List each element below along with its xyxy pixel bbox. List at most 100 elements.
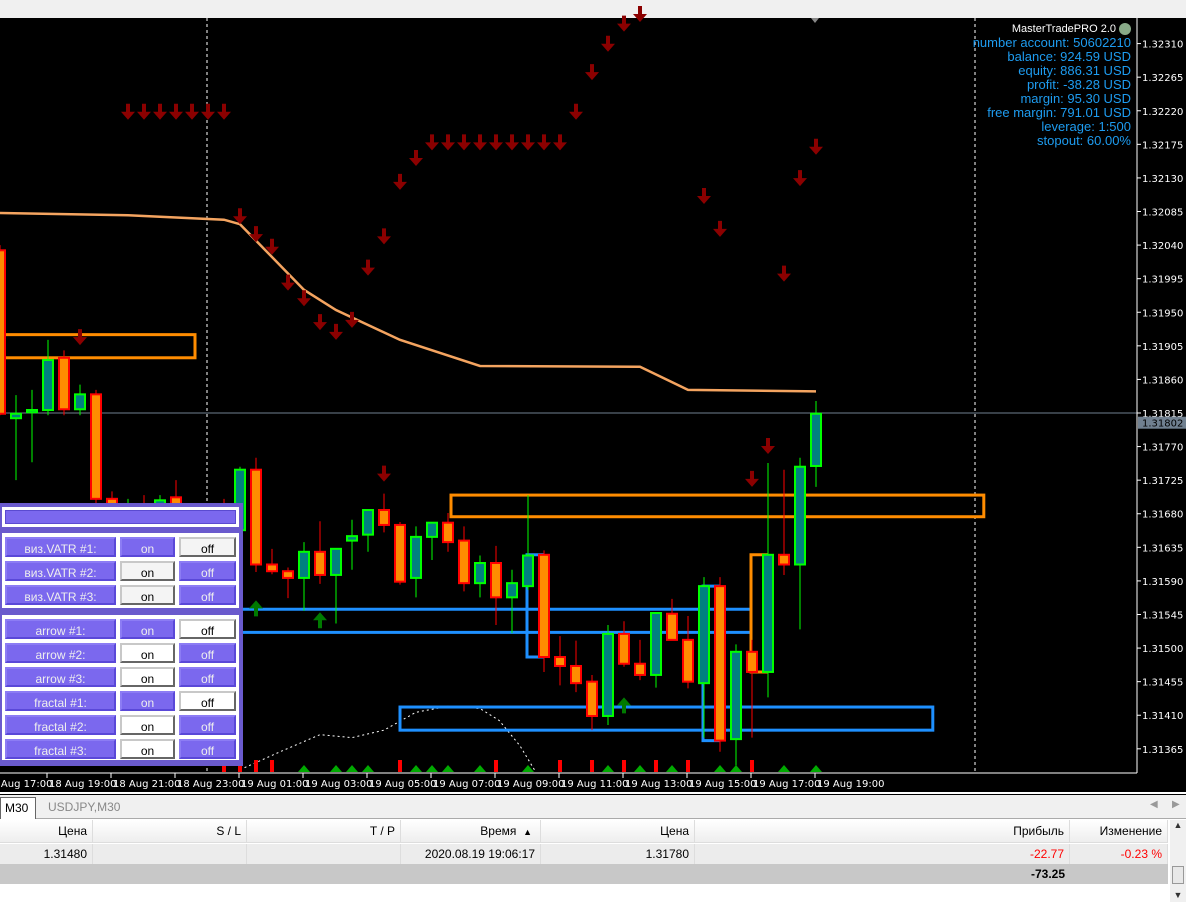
fractal-3-row: fractal #3: on off — [5, 739, 236, 759]
trade-terminal: M30 USDJPY,M30 ◀ ▶ Цена S / L T / P Врем… — [0, 795, 1186, 902]
time-tick-label: 19 Aug 07:00 — [433, 779, 500, 790]
vatr-2-off-button[interactable]: off — [179, 561, 236, 581]
vertical-scrollbar[interactable]: ▲ ▼ — [1170, 820, 1186, 902]
col-change[interactable]: Изменение — [1070, 820, 1168, 842]
arrow-1-on-button[interactable]: on — [120, 619, 175, 639]
fractal-2-row: fractal #2: on off — [5, 715, 236, 735]
candle-body — [762, 553, 774, 673]
candle-body — [810, 412, 822, 467]
sell-marker-icon — [622, 760, 626, 772]
indicator-title: MasterTradePRO 2.0 — [973, 22, 1131, 36]
candle-body — [794, 465, 806, 566]
vatr-3-off-button[interactable]: off — [179, 585, 236, 605]
table-row[interactable]: 1.31480 2020.08.19 19:06:17 1.31780 -22.… — [0, 844, 1168, 864]
indicator-control-panel: виз.VATR #1: on off виз.VATR #2: on off виз.… — [0, 503, 243, 766]
vatr-group: виз.VATR #1: on off виз.VATR #2: on off виз.… — [2, 533, 239, 608]
candle-body — [250, 468, 262, 566]
arrow-1-label[interactable]: arrow #1: — [5, 619, 116, 639]
sell-marker-icon — [398, 760, 402, 772]
tab-scroll-left-icon[interactable]: ◀ — [1150, 799, 1158, 810]
time-tick-label: 19 Aug 15:00 — [689, 779, 756, 790]
candle-body — [410, 535, 422, 579]
vatr-3-label[interactable]: виз.VATR #3: — [5, 585, 116, 605]
candle-body — [314, 550, 326, 576]
row-time: 2020.08.19 19:06:17 — [401, 844, 541, 864]
price-tick-label: 1.31635 — [1142, 543, 1183, 554]
arrow-3-off-button[interactable]: off — [179, 667, 236, 687]
candle-body — [298, 550, 310, 579]
candle — [602, 624, 614, 725]
vatr-1-label[interactable]: виз.VATR #1: — [5, 537, 116, 557]
scroll-up-icon[interactable]: ▲ — [1170, 820, 1186, 830]
fractal-3-off-button[interactable]: off — [179, 739, 236, 759]
time-tick-label: 19 Aug 19:00 — [817, 779, 884, 790]
arrow-3-label[interactable]: arrow #3: — [5, 667, 116, 687]
tab-m30[interactable]: M30 — [0, 797, 36, 819]
candle-body — [490, 562, 502, 599]
col-sl[interactable]: S / L — [93, 820, 247, 842]
candle-body — [42, 359, 54, 412]
col-price-current[interactable]: Цена — [541, 820, 695, 842]
col-time[interactable]: Время ▲ — [401, 820, 541, 842]
vatr-2-label[interactable]: виз.VATR #2: — [5, 561, 116, 581]
arrow-2-label[interactable]: arrow #2: — [5, 643, 116, 663]
vatr-1-off-button[interactable]: off — [179, 537, 236, 557]
time-tick-label: 19 Aug 13:00 — [625, 779, 692, 790]
total-profit: -73.25 — [1030, 867, 1065, 881]
arrow-2-on-button[interactable]: on — [120, 643, 175, 663]
candle-body — [378, 509, 390, 526]
arrow-2-off-button[interactable]: off — [179, 643, 236, 663]
sell-marker-icon — [686, 760, 690, 772]
candle-body — [538, 553, 550, 659]
fractal-3-on-button[interactable]: on — [120, 739, 175, 759]
arrow-3-on-button[interactable]: on — [120, 667, 175, 687]
fractal-2-off-button[interactable]: off — [179, 715, 236, 735]
time-tick-label: 19 Aug 17:00 — [753, 779, 820, 790]
candle-body — [330, 547, 342, 576]
vatr-2-on-button[interactable]: on — [120, 561, 175, 581]
candle-body — [602, 632, 614, 717]
price-tick-label: 1.31905 — [1142, 342, 1183, 353]
arrow-1-row: arrow #1: on off — [5, 619, 236, 639]
fractal-2-label[interactable]: fractal #2: — [5, 715, 116, 735]
candle-body — [442, 521, 454, 544]
candle-body — [0, 249, 6, 415]
candle — [538, 550, 550, 672]
arrow-3-row: arrow #3: on off — [5, 667, 236, 687]
info-account: number account: 50602210 — [972, 35, 1131, 50]
price-tick-label: 1.32085 — [1142, 208, 1183, 219]
fractal-3-label[interactable]: fractal #3: — [5, 739, 116, 759]
col-tp[interactable]: T / P — [247, 820, 401, 842]
arrow-1-off-button[interactable]: off — [179, 619, 236, 639]
time-tick-label: 18 Aug 23:00 — [177, 779, 244, 790]
sell-marker-icon — [654, 760, 658, 772]
candle-body — [362, 509, 374, 536]
scroll-down-icon[interactable]: ▼ — [1170, 890, 1186, 900]
candle-body — [650, 612, 662, 676]
scroll-thumb[interactable] — [1172, 866, 1184, 884]
panel-header-bar[interactable] — [2, 507, 239, 527]
vatr-3-on-button[interactable]: on — [120, 585, 175, 605]
chart-tabs: M30 USDJPY,M30 ◀ ▶ — [0, 795, 1186, 819]
price-tick-label: 1.31500 — [1142, 644, 1183, 655]
col-price-open[interactable]: Цена — [0, 820, 93, 842]
price-tick-label: 1.32220 — [1142, 107, 1183, 118]
col-profit[interactable]: Прибыль — [695, 820, 1070, 842]
arrow-2-row: arrow #2: on off — [5, 643, 236, 663]
vatr-1-row: виз.VATR #1: on off — [5, 537, 236, 557]
current-price-label: 1.31802 — [1142, 419, 1183, 430]
candle-body — [778, 553, 790, 566]
fractal-2-on-button[interactable]: on — [120, 715, 175, 735]
fractal-1-off-button[interactable]: off — [179, 691, 236, 711]
price-tick-label: 1.31725 — [1142, 476, 1183, 487]
price-tick-label: 1.31545 — [1142, 610, 1183, 621]
tab-usdjpy-m30[interactable]: USDJPY,M30 — [44, 797, 124, 819]
price-tick-label: 1.31365 — [1142, 745, 1183, 756]
candle — [394, 521, 406, 585]
tab-scroll-right-icon[interactable]: ▶ — [1172, 799, 1180, 810]
fractal-1-on-button[interactable]: on — [120, 691, 175, 711]
row-sl — [93, 844, 247, 864]
vatr-1-on-button[interactable]: on — [120, 537, 175, 557]
fractal-1-label[interactable]: fractal #1: — [5, 691, 116, 711]
candle-body — [426, 521, 438, 538]
